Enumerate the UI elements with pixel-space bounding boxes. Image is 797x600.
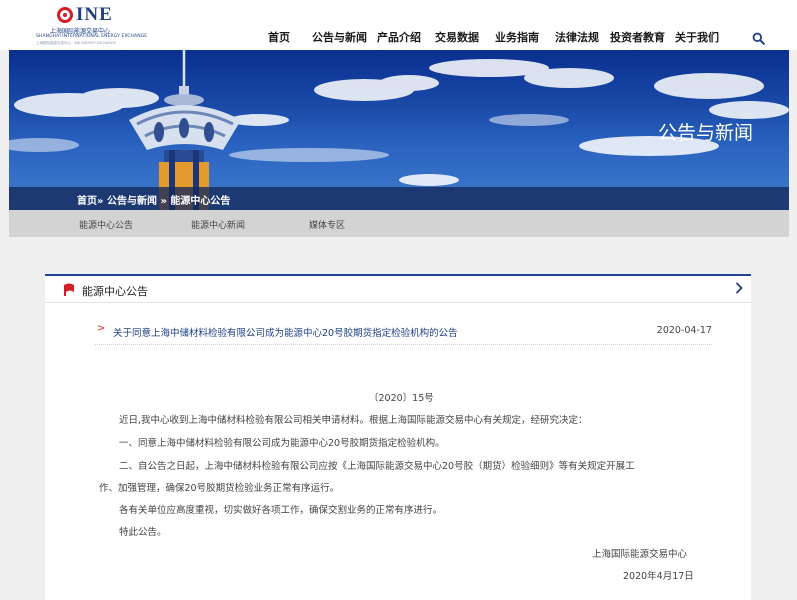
document-number: 〔2020〕15号	[369, 393, 434, 404]
panel-header: 能源中心公告	[45, 276, 751, 303]
nav-item-investor-education[interactable]: 投资者教育	[610, 29, 665, 45]
list-item[interactable]: > 关于同意上海中储材料检验有限公司成为能源中心20号胶期货指定检验机构的公告 …	[95, 319, 712, 345]
breadcrumb-home[interactable]: 首页	[77, 196, 97, 207]
bullet-icon: >	[97, 323, 106, 334]
nav-item-products[interactable]: 产品介绍	[377, 29, 421, 45]
signature: 上海国际能源交易中心	[592, 549, 688, 560]
sign-date: 2020年4月17日	[623, 571, 694, 582]
breadcrumb-news[interactable]: 公告与新闻	[107, 196, 157, 207]
tab-media-zone[interactable]: 媒体专区	[309, 218, 345, 231]
ine-logo[interactable]: INE 上海国际能源交易中心 SHANGHAI INTERNATIONAL EN…	[36, 4, 148, 46]
breadcrumb-current[interactable]: 能源中心公告	[170, 196, 230, 207]
nav-item-laws[interactable]: 法律法规	[555, 29, 599, 45]
body-paragraph: 二、自公告之日起，上海中储材料检验有限公司应按《上海国际能源交易中心20号胶（期…	[119, 461, 635, 472]
banner-title: 公告与新闻	[657, 122, 753, 144]
search-icon[interactable]	[752, 32, 765, 45]
subnav-tabs: 能源中心公告 能源中心新闻 媒体专区	[9, 210, 789, 237]
breadcrumb-bar: 首页» 公告与新闻 » 能源中心公告	[9, 187, 789, 210]
body-paragraph: 近日,我中心收到上海中储材料检验有限公司相关申请材料。根据上海国际能源交易中心有…	[119, 415, 588, 426]
chevron-right-icon[interactable]	[735, 282, 743, 294]
notice-flag-icon	[64, 283, 74, 296]
nav-item-about-us[interactable]: 关于我们	[675, 29, 719, 45]
ine-logo-icon	[57, 7, 73, 23]
nav-item-news[interactable]: 公告与新闻	[312, 29, 367, 45]
body-paragraph: 作、加强管理，确保20号胶期货检验业务正常有序运行。	[99, 483, 340, 494]
body-paragraph: 一、同意上海中储材料检验有限公司成为能源中心20号胶期货指定检验机构。	[119, 438, 445, 449]
announcement-panel: 能源中心公告 > 关于同意上海中储材料检验有限公司成为能源中心20号胶期货指定检…	[45, 274, 751, 600]
tab-center-news[interactable]: 能源中心新闻	[191, 218, 245, 231]
notice-date: 2020-04-17	[656, 325, 712, 336]
panel-title: 能源中心公告	[82, 285, 148, 298]
logo-wordmark: INE	[76, 4, 113, 25]
logo-sub-text: 上海国际能源交易中心 · INE ENERGY EXCHANGE	[36, 41, 116, 45]
logo-en-name: SHANGHAI INTERNATIONAL ENERGY EXCHANGE	[36, 34, 148, 39]
nav-item-trading-data[interactable]: 交易数据	[435, 29, 479, 45]
body-paragraph: 特此公告。	[119, 527, 167, 538]
tab-center-announcements[interactable]: 能源中心公告	[79, 218, 133, 231]
page-banner: 公告与新闻 首页» 公告与新闻 » 能源中心公告	[9, 50, 789, 210]
site-header: INE 上海国际能源交易中心 SHANGHAI INTERNATIONAL EN…	[0, 0, 797, 50]
breadcrumb-separator: »	[97, 196, 104, 207]
nav-item-home[interactable]: 首页	[268, 29, 290, 45]
tower-illustration	[129, 50, 241, 210]
body-paragraph: 各有关单位应高度重视，切实做好各项工作，确保交割业务的正常有序进行。	[119, 505, 443, 516]
nav-item-business-guide[interactable]: 业务指南	[495, 29, 539, 45]
notice-title-link[interactable]: 关于同意上海中储材料检验有限公司成为能源中心20号胶期货指定检验机构的公告	[113, 325, 458, 339]
breadcrumb-separator: »	[160, 196, 167, 207]
breadcrumb: 首页» 公告与新闻 » 能源中心公告	[77, 192, 230, 207]
